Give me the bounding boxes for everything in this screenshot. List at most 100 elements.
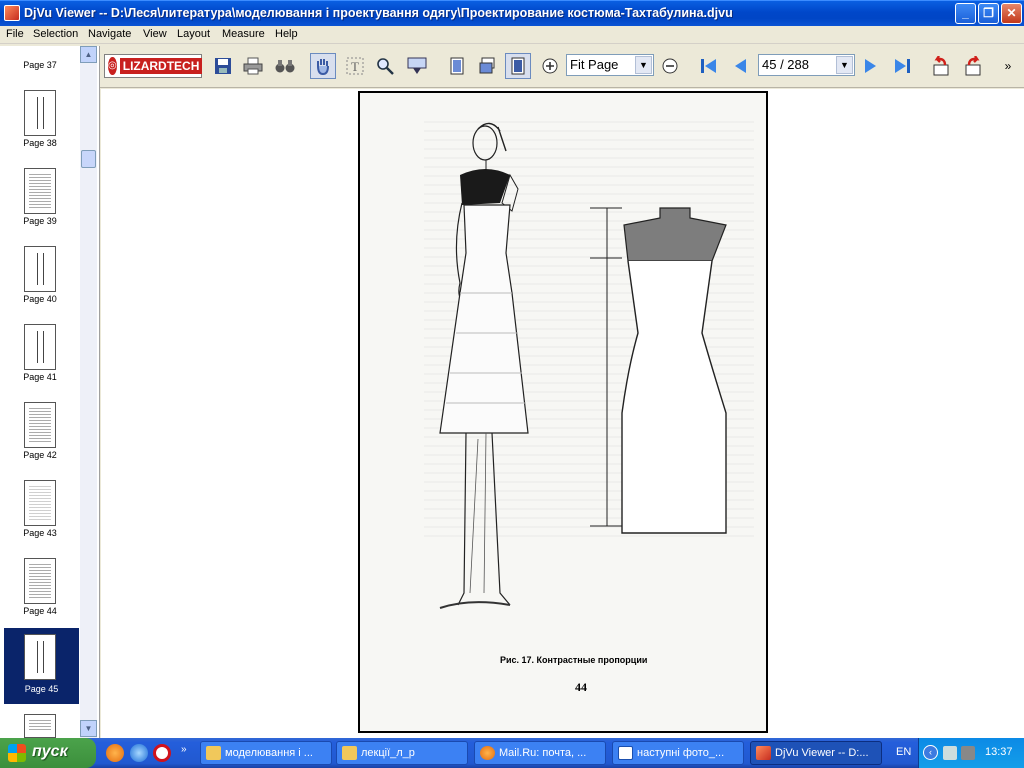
chevron-down-icon[interactable]: ▼ xyxy=(836,56,853,74)
thumbnail-label[interactable]: Page 41 xyxy=(0,372,80,382)
quicklaunch-overflow-icon[interactable]: » xyxy=(181,744,187,755)
monitor-icon[interactable] xyxy=(961,746,975,760)
sidebar-scrollbar[interactable]: ▲ ▼ xyxy=(80,46,97,738)
system-tray: ‹ 13:37 xyxy=(918,738,1024,768)
task-label: DjVu Viewer -- D:... xyxy=(775,747,869,759)
internet-explorer-icon[interactable] xyxy=(130,744,148,762)
last-page-icon[interactable] xyxy=(889,53,915,79)
thumbnail-sidebar[interactable]: Page 37 Page 38 Page 39 Page 40 Page 41 … xyxy=(0,46,100,738)
document-viewer[interactable]: Рис. 17. Контрастные пропорции 44 xyxy=(101,89,1024,738)
taskbar: пуск » моделювання і ... лекції_л_р Mail… xyxy=(0,738,1024,768)
single-page-icon[interactable] xyxy=(444,53,470,79)
print-icon[interactable] xyxy=(240,53,266,79)
menu-bar: File Selection Navigate View Layout Meas… xyxy=(0,26,1024,44)
scroll-down-icon[interactable]: ▼ xyxy=(80,720,97,737)
tray-expand-icon[interactable]: ‹ xyxy=(923,745,938,760)
network-icon[interactable] xyxy=(943,746,957,760)
task-label: лекції_л_р xyxy=(361,747,415,759)
word-document-icon xyxy=(618,746,633,760)
find-binoculars-icon[interactable] xyxy=(272,53,298,79)
thumbnail-page-44[interactable] xyxy=(24,558,56,604)
window-title: DjVu Viewer -- D:\Леся\литература\моделю… xyxy=(24,6,733,20)
task-label: Mail.Ru: почта, ... xyxy=(499,747,587,759)
back-icon[interactable] xyxy=(928,53,954,79)
page-select-value: 45 / 288 xyxy=(762,57,809,72)
chevron-down-icon[interactable]: ▼ xyxy=(635,56,652,74)
menu-navigate[interactable]: Navigate xyxy=(88,28,131,40)
thumbnail-label[interactable]: Page 40 xyxy=(0,294,80,304)
save-icon[interactable] xyxy=(210,53,236,79)
task-button[interactable]: лекції_л_р xyxy=(336,741,468,765)
thumbnail-label[interactable]: Page 38 xyxy=(0,138,80,148)
thumbnail-page-45-selected[interactable]: Page 45 xyxy=(4,628,79,704)
thumbnail-page-42[interactable] xyxy=(24,402,56,448)
task-button[interactable]: наступні фото_... xyxy=(612,741,744,765)
folder-icon xyxy=(342,746,357,760)
hand-tool-icon[interactable] xyxy=(310,53,336,79)
lizardtech-swirl-icon: ◎ xyxy=(108,57,117,75)
lizardtech-logo-text: LIZARDTECH xyxy=(119,58,203,74)
zoom-in-icon[interactable] xyxy=(537,53,563,79)
task-button[interactable]: Mail.Ru: почта, ... xyxy=(474,741,606,765)
close-button[interactable]: ✕ xyxy=(1001,3,1022,24)
continuous-page-icon[interactable] xyxy=(474,53,500,79)
folder-icon xyxy=(206,746,221,760)
zoom-out-icon[interactable] xyxy=(657,53,683,79)
document-page[interactable]: Рис. 17. Контрастные пропорции 44 xyxy=(358,91,768,733)
zoom-select[interactable]: Fit Page ▼ xyxy=(566,54,654,76)
firefox-icon[interactable] xyxy=(106,744,124,762)
start-label: пуск xyxy=(32,743,68,760)
thumbnail-page-39[interactable] xyxy=(24,168,56,214)
page-select[interactable]: 45 / 288 ▼ xyxy=(758,54,855,76)
start-button[interactable]: пуск xyxy=(0,738,96,768)
text-select-icon[interactable]: T xyxy=(342,53,368,79)
thumbnail-label[interactable]: Page 44 xyxy=(0,606,80,616)
thumbnail-page-40[interactable] xyxy=(24,246,56,292)
scroll-up-icon[interactable]: ▲ xyxy=(80,46,97,63)
firefox-icon xyxy=(480,746,495,760)
thumbnail-page-43[interactable] xyxy=(24,480,56,526)
thumbnail-page-41[interactable] xyxy=(24,324,56,370)
language-indicator[interactable]: EN xyxy=(896,746,911,758)
menu-measure[interactable]: Measure xyxy=(222,28,265,40)
menu-file[interactable]: File xyxy=(6,28,24,40)
clock[interactable]: 13:37 xyxy=(985,746,1013,758)
previous-page-icon[interactable] xyxy=(727,53,753,79)
zoom-select-icon[interactable] xyxy=(372,53,398,79)
thumbnail-label[interactable]: Page 39 xyxy=(0,216,80,226)
task-button[interactable]: моделювання і ... xyxy=(200,741,332,765)
thumbnail-image xyxy=(24,634,56,680)
minimize-button[interactable]: _ xyxy=(955,3,976,24)
facing-pages-icon[interactable] xyxy=(505,53,531,79)
lizardtech-logo[interactable]: ◎ LIZARDTECH xyxy=(104,54,203,78)
toolbar: T » xyxy=(100,46,1024,88)
first-page-icon[interactable] xyxy=(696,53,722,79)
task-label: моделювання і ... xyxy=(225,747,313,759)
thumbnail-page-46[interactable] xyxy=(24,714,56,738)
djvu-app-icon xyxy=(756,746,771,760)
printed-page-number: 44 xyxy=(575,680,587,694)
menu-selection[interactable]: Selection xyxy=(33,28,78,40)
task-button-active[interactable]: DjVu Viewer -- D:... xyxy=(750,741,882,765)
menu-help[interactable]: Help xyxy=(275,28,298,40)
opera-icon[interactable] xyxy=(153,744,171,762)
maximize-button[interactable]: ❐ xyxy=(978,3,999,24)
magnifier-icon[interactable] xyxy=(404,53,430,79)
toolbar-overflow-chevron-icon[interactable]: » xyxy=(995,53,1021,79)
djvu-app-icon[interactable] xyxy=(4,5,20,21)
windows-logo-icon xyxy=(8,744,26,762)
menu-layout[interactable]: Layout xyxy=(177,28,210,40)
thumbnail-label[interactable]: Page 43 xyxy=(0,528,80,538)
zoom-select-value: Fit Page xyxy=(570,57,619,72)
thumbnail-label[interactable]: Page 37 xyxy=(0,60,80,70)
scrollbar-thumb[interactable] xyxy=(81,150,96,168)
figure-caption: Рис. 17. Контрастные пропорции xyxy=(500,655,648,665)
task-label: наступні фото_... xyxy=(637,747,725,759)
fashion-illustration xyxy=(439,122,727,609)
menu-view[interactable]: View xyxy=(143,28,167,40)
thumbnail-label[interactable]: Page 42 xyxy=(0,450,80,460)
next-page-icon[interactable] xyxy=(858,53,884,79)
thumbnail-page-38[interactable] xyxy=(24,90,56,136)
title-bar[interactable]: DjVu Viewer -- D:\Леся\литература\моделю… xyxy=(0,0,1024,26)
forward-icon[interactable] xyxy=(960,53,986,79)
